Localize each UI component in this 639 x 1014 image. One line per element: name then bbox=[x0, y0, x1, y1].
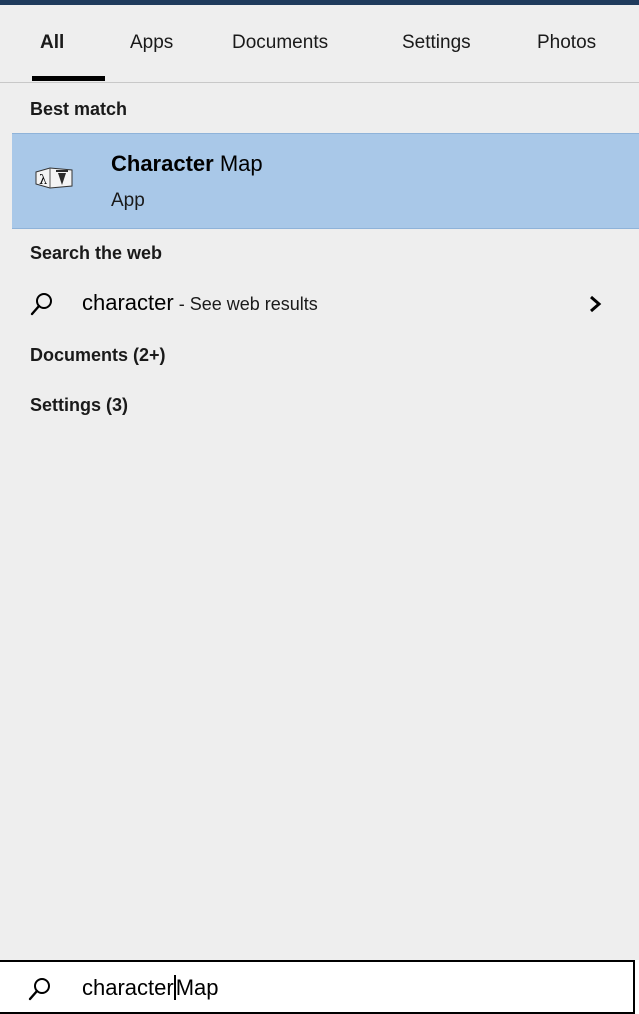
best-match-result[interactable]: λ Character Map App bbox=[12, 133, 639, 229]
search-web-heading: Search the web bbox=[30, 243, 163, 263]
app-name-rest: Map bbox=[213, 151, 263, 176]
app-name: Character Map bbox=[111, 151, 263, 177]
tab-all[interactable]: All bbox=[40, 32, 64, 54]
search-typed-text: character bbox=[82, 975, 174, 1000]
web-query-text: character - See web results bbox=[82, 290, 318, 316]
svg-text:λ: λ bbox=[39, 173, 47, 188]
tab-settings[interactable]: Settings bbox=[402, 32, 471, 54]
tab-apps[interactable]: Apps bbox=[130, 32, 173, 54]
tab-documents[interactable]: Documents bbox=[232, 32, 328, 54]
character-map-icon: λ bbox=[35, 167, 73, 189]
search-input[interactable]: characterMap bbox=[82, 975, 219, 1001]
best-match-heading: Best match bbox=[30, 99, 128, 119]
search-results-panel: All Apps Documents Settings Photos Best … bbox=[0, 0, 639, 960]
web-search-result[interactable]: character - See web results bbox=[0, 282, 639, 328]
app-name-match: Character bbox=[111, 151, 214, 176]
documents-group[interactable]: Documents (2+) bbox=[30, 345, 166, 366]
chevron-right-icon[interactable] bbox=[587, 294, 603, 314]
filter-tabs: All Apps Documents Settings Photos bbox=[0, 18, 639, 83]
tab-photos[interactable]: Photos bbox=[537, 32, 596, 54]
settings-group[interactable]: Settings (3) bbox=[30, 395, 128, 416]
search-icon bbox=[28, 978, 50, 1001]
web-results-suffix: - See web results bbox=[173, 294, 318, 314]
web-query: character bbox=[82, 290, 174, 315]
search-icon bbox=[30, 293, 52, 316]
window-strip bbox=[0, 0, 639, 5]
active-tab-indicator bbox=[32, 76, 105, 81]
search-autocomplete: Map bbox=[175, 975, 219, 1000]
search-box[interactable]: characterMap bbox=[0, 960, 635, 1014]
app-type-label: App bbox=[111, 190, 145, 211]
